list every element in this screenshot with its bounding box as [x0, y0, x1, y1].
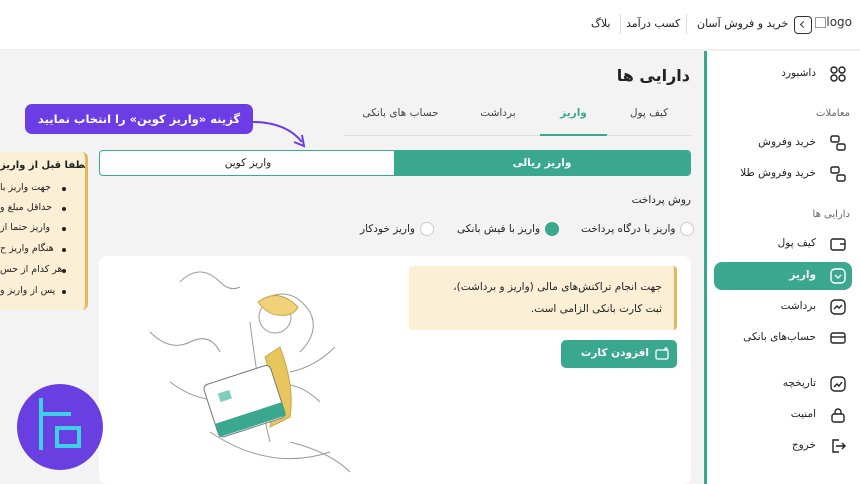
bank-card-icon [830, 332, 846, 344]
broken-image-icon [815, 17, 827, 28]
add-card-button[interactable]: افزودن کارت [561, 340, 677, 368]
deposit-type-switch: واریز ریالی واریز کوین [99, 150, 691, 176]
radio-bank-receipt[interactable]: واریز با فیش بانکی [457, 222, 560, 236]
add-card-label: افزودن کارت [580, 347, 649, 359]
sidebar-item-label: برداشت [780, 300, 816, 312]
radio-label: واریز با درگاه پرداخت [581, 223, 676, 235]
sidebar-item-label: تاریخچه [782, 377, 816, 389]
sidebar-item-label: داشبورد [781, 67, 816, 79]
add-card-icon [655, 347, 669, 360]
payment-method-title: روش پرداخت [631, 194, 691, 206]
radio-auto[interactable]: واریز خودکار [360, 222, 434, 236]
guide-item: جهت واریز با [0, 182, 51, 193]
guide-item: هر کدام از حس [0, 264, 63, 275]
guide-item: واریز حتما از [0, 222, 51, 233]
curved-arrow-icon [251, 121, 306, 148]
gold-exchange-icon [830, 166, 846, 182]
notice-line-1: جهت انجام تراکنش‌های مالی (واریز و برداش… [453, 281, 662, 293]
bank-card-required-notice: جهت انجام تراکنش‌های مالی (واریز و برداش… [409, 266, 677, 330]
section-heading-trades: معاملات [816, 108, 850, 119]
collapse-sidebar-icon[interactable] [794, 16, 812, 34]
sidebar-item-dashboard[interactable]: داشبورد [714, 60, 852, 88]
bullet [62, 269, 66, 273]
top-bar: logo خرید و فروش آسان کسب درآمد بلاگ [0, 0, 860, 50]
asset-tabs: کیف پول واریز برداشت حساب های بانکی [345, 98, 691, 136]
person-with-card-illustration [149, 271, 351, 473]
bullet [62, 207, 66, 211]
dashboard-icon [830, 66, 846, 82]
sidebar-item-wallet[interactable]: کیف پول [714, 230, 852, 258]
sidebar-item-label: خروج [791, 439, 816, 451]
tab-withdraw[interactable]: برداشت [456, 98, 540, 136]
tab-bank-accounts[interactable]: حساب های بانکی [345, 98, 456, 136]
sidebar-item-security[interactable]: امنیت [714, 401, 852, 429]
instruction-callout: گزینه «واریز کوین» را انتخاب نمایید [25, 104, 253, 134]
radio-gateway[interactable]: واریز با درگاه پرداخت [581, 222, 695, 236]
sidebar-item-logout[interactable]: خروج [714, 432, 852, 460]
logout-icon [832, 439, 846, 453]
radio-circle [680, 222, 695, 236]
sidebar-item-buy-sell-gold[interactable]: خرید وفروش طلا [714, 160, 852, 188]
radio-label: واریز با فیش بانکی [457, 223, 541, 235]
bullet [62, 248, 66, 252]
divider [620, 14, 621, 34]
deposit-guide-note: لطفا قبل از واریز جهت واریز با حداقل مبل… [0, 152, 88, 310]
sidebar-item-label: خرید وفروش طلا [740, 167, 816, 179]
radio-circle [419, 222, 434, 236]
nav-link-earn[interactable]: کسب درآمد [626, 17, 680, 30]
tab-wallet[interactable]: کیف پول [607, 98, 691, 136]
sidebar-item-withdraw[interactable]: برداشت [714, 293, 852, 321]
subtab-coin-deposit[interactable]: واریز کوین [100, 151, 396, 175]
sidebar-item-deposit[interactable]: واریز [714, 262, 852, 290]
sidebar-item-history[interactable]: تاریخچه [714, 370, 852, 398]
sidebar-item-buy-sell[interactable]: خرید وفروش [714, 129, 852, 157]
exchange-icon [830, 135, 846, 151]
logo-text: logo [826, 15, 852, 29]
bullet [62, 290, 66, 294]
subtab-rial-deposit[interactable]: واریز ریالی [394, 151, 690, 175]
radio-circle-selected [545, 222, 560, 236]
guide-item: پس از واریز و [0, 285, 56, 296]
bullet [62, 187, 66, 191]
tab-deposit[interactable]: واریز [540, 98, 607, 136]
wallet-icon [830, 238, 846, 251]
sidebar: داشبورد معاملات خرید وفروش خرید وفروش طل… [704, 51, 860, 484]
sidebar-item-label: امنیت [790, 408, 816, 420]
sidebar-item-label: حساب‌های بانکی [743, 331, 816, 343]
history-icon [830, 376, 846, 392]
guide-item: هنگام واریز ح [0, 243, 54, 254]
radio-label: واریز خودکار [360, 223, 415, 235]
sidebar-item-label: واریز [789, 269, 816, 281]
nav-link-easy-trade[interactable]: خرید و فروش آسان [697, 17, 788, 30]
bullet [62, 227, 66, 231]
divider [686, 14, 687, 34]
section-heading-assets: دارایی ها [812, 209, 850, 220]
brand-logo-icon [39, 398, 81, 450]
guide-title: لطفا قبل از واریز [0, 160, 88, 171]
logo[interactable]: logo [813, 15, 852, 29]
page-title: دارایی ها [616, 66, 690, 85]
lock-icon [831, 408, 845, 423]
sidebar-item-bank-accounts[interactable]: حساب‌های بانکی [714, 324, 852, 352]
deposit-icon [830, 268, 846, 284]
sidebar-item-label: خرید وفروش [758, 136, 816, 148]
nav-link-blog[interactable]: بلاگ [591, 17, 610, 30]
brand-watermark [17, 384, 103, 470]
withdraw-icon [830, 299, 846, 315]
sidebar-item-label: کیف پول [777, 237, 816, 249]
notice-line-2: ثبت کارت بانکی الزامی است. [530, 303, 662, 315]
guide-item: حداقل مبلغ و [0, 202, 53, 213]
